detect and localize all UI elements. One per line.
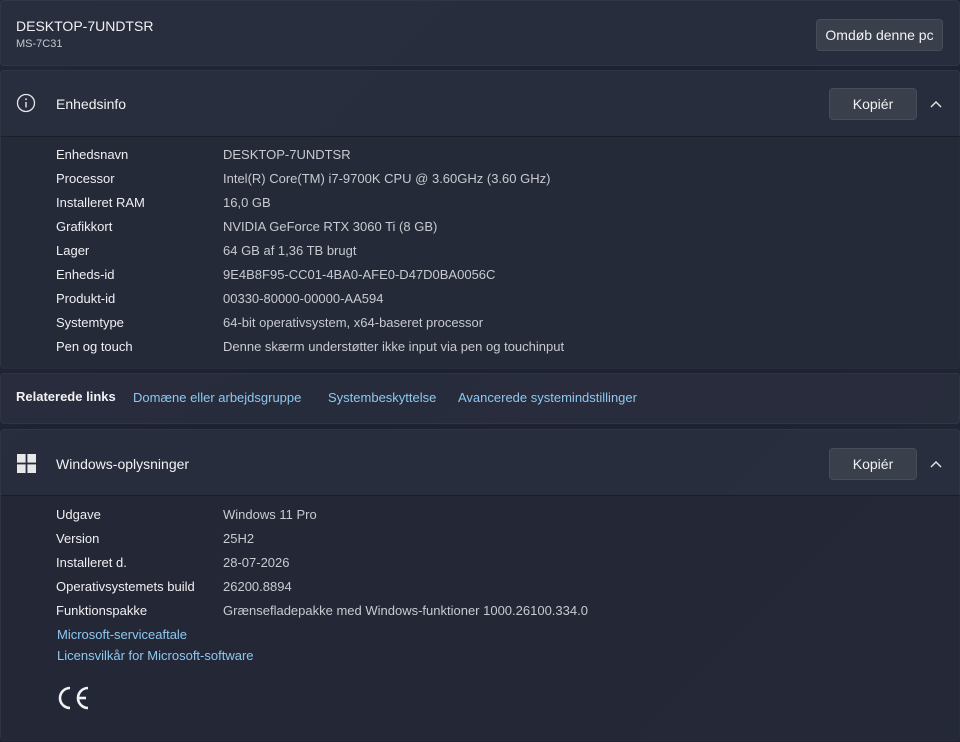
spec-label: Systemtype — [56, 314, 124, 330]
rename-pc-button[interactable]: Omdøb denne pc — [816, 19, 943, 51]
device-specs: Enhedsnavn DESKTOP-7UNDTSR Processor Int… — [1, 137, 960, 369]
link-system-protection[interactable]: Systembeskyttelse — [328, 390, 436, 405]
related-links-label: Relaterede links — [16, 389, 116, 404]
spec-row: Enhedsnavn DESKTOP-7UNDTSR — [56, 142, 351, 166]
copy-device-info-button[interactable]: Kopiér — [829, 88, 917, 120]
spec-label: Operativsystemets build — [56, 578, 195, 594]
spec-value: 16,0 GB — [223, 194, 271, 210]
spec-label: Version — [56, 530, 100, 546]
device-model: MS-7C31 — [16, 38, 63, 50]
windows-info-title: Windows-oplysninger — [56, 456, 190, 472]
windows-logo-icon — [17, 454, 36, 473]
spec-row: Lager 64 GB af 1,36 TB brugt — [56, 238, 356, 262]
spec-label: Lager — [56, 242, 90, 258]
device-info-card: Enhedsinfo Kopiér Enhedsnavn DESKTOP-7UN… — [0, 70, 960, 369]
copy-windows-info-button[interactable]: Kopiér — [829, 448, 917, 480]
link-domain-workgroup[interactable]: Domæne eller arbejdsgruppe — [133, 390, 301, 405]
spec-label: Produkt-id — [56, 290, 116, 306]
chevron-up-icon[interactable] — [929, 457, 943, 471]
spec-value: 00330-80000-00000-AA594 — [223, 290, 384, 306]
windows-specs: Udgave Windows 11 Pro Version 25H2 Insta… — [1, 496, 960, 742]
spec-row: Installeret RAM 16,0 GB — [56, 190, 271, 214]
device-info-title: Enhedsinfo — [56, 96, 127, 112]
spec-row: Enheds-id 9E4B8F95-CC01-4BA0-AFE0-D47D0B… — [56, 262, 495, 286]
spec-row: Installeret d. 28-07-2026 — [56, 550, 290, 574]
spec-row: Processor Intel(R) Core(TM) i7-9700K CPU… — [56, 166, 550, 190]
related-links-bar: Relaterede links Domæne eller arbejdsgru… — [0, 373, 960, 424]
spec-value: 64 GB af 1,36 TB brugt — [223, 242, 357, 258]
spec-value: Grænsefladepakke med Windows-funktioner … — [223, 602, 588, 618]
spec-row: Udgave Windows 11 Pro — [56, 502, 317, 526]
spec-value: Windows 11 Pro — [223, 506, 317, 522]
spec-value: Denne skærm understøtter ikke input via … — [223, 338, 565, 354]
spec-row: Produkt-id 00330-80000-00000-AA594 — [56, 286, 383, 310]
info-icon — [16, 93, 36, 113]
link-microsoft-service-agreement[interactable]: Microsoft-serviceaftale — [57, 627, 187, 642]
spec-label: Funktionspakke — [56, 602, 148, 618]
spec-row: Pen og touch Denne skærm understøtter ik… — [56, 334, 564, 358]
chevron-up-icon[interactable] — [929, 97, 943, 111]
spec-row: Grafikkort NVIDIA GeForce RTX 3060 Ti (8… — [56, 214, 437, 238]
device-name: DESKTOP-7UNDTSR — [16, 18, 154, 34]
spec-row: Funktionspakke Grænsefladepakke med Wind… — [56, 598, 588, 622]
spec-row: Operativsystemets build 26200.8894 — [56, 574, 292, 598]
spec-label: Processor — [56, 170, 115, 186]
spec-value: Intel(R) Core(TM) i7-9700K CPU @ 3.60GHz… — [223, 170, 551, 186]
spec-value: NVIDIA GeForce RTX 3060 Ti (8 GB) — [223, 218, 438, 234]
spec-label: Installeret RAM — [56, 194, 145, 210]
link-microsoft-software-license[interactable]: Licensvilkår for Microsoft-software — [57, 648, 254, 663]
spec-label: Enheds-id — [56, 266, 115, 282]
spec-value: DESKTOP-7UNDTSR — [223, 146, 351, 162]
spec-label: Enhedsnavn — [56, 146, 129, 162]
spec-label: Grafikkort — [56, 218, 113, 234]
spec-value: 26200.8894 — [223, 578, 292, 594]
spec-value: 9E4B8F95-CC01-4BA0-AFE0-D47D0BA0056C — [223, 266, 496, 282]
spec-row: Systemtype 64-bit operativsystem, x64-ba… — [56, 310, 483, 334]
spec-label: Pen og touch — [56, 338, 133, 354]
spec-value: 64-bit operativsystem, x64-baseret proce… — [223, 314, 484, 330]
spec-value: 28-07-2026 — [223, 554, 290, 570]
spec-label: Installeret d. — [56, 554, 127, 570]
device-card: DESKTOP-7UNDTSR MS-7C31 Omdøb denne pc — [0, 0, 960, 66]
spec-label: Udgave — [56, 506, 101, 522]
link-advanced-system-settings[interactable]: Avancerede systemindstillinger — [458, 390, 637, 405]
ce-mark-icon — [55, 685, 91, 711]
windows-info-card: Windows-oplysninger Kopiér Udgave Window… — [0, 429, 960, 742]
spec-value: 25H2 — [223, 530, 255, 546]
spec-row: Version 25H2 — [56, 526, 254, 550]
